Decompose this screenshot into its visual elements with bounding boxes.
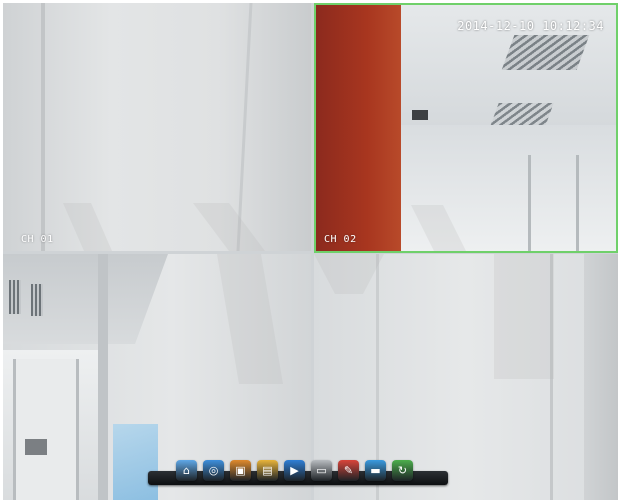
home-icon: ⌂ — [183, 464, 190, 477]
dock-toolbar: ⌂ ◎ ▣ ▤ ▶ ▭ ✎ ▬ ↻ — [148, 460, 448, 485]
channel-label-1: CH 01 — [21, 234, 54, 245]
folder-button[interactable]: ▤ — [257, 460, 278, 481]
display-icon: ▬ — [370, 464, 381, 477]
search-button[interactable]: ◎ — [203, 460, 224, 481]
channel-label-2: CH 02 — [324, 234, 357, 245]
display-button[interactable]: ▬ — [365, 460, 386, 481]
camera-channel-2[interactable]: 2014-12-10 10:12:34 CH 02 — [314, 3, 618, 253]
dvr-icon: ▭ — [316, 464, 327, 477]
dvr-screen: CH 01 2014-12-10 10:12:34 CH 02 — [3, 3, 618, 500]
refresh-button[interactable]: ↻ — [392, 460, 413, 481]
dock-items: ⌂ ◎ ▣ ▤ ▶ ▭ ✎ ▬ ↻ — [176, 455, 413, 481]
gallery-icon: ▣ — [235, 464, 246, 477]
tools-icon: ✎ — [343, 464, 354, 477]
datetime-overlay: 2014-12-10 10:12:34 — [457, 19, 604, 33]
dvr-button[interactable]: ▭ — [311, 460, 332, 481]
gallery-button[interactable]: ▣ — [230, 460, 251, 481]
play-icon: ▶ — [290, 464, 299, 477]
tools-button[interactable]: ✎ — [338, 460, 359, 481]
search-icon: ◎ — [208, 464, 219, 477]
home-button[interactable]: ⌂ — [176, 460, 197, 481]
camera-channel-1[interactable]: CH 01 — [3, 3, 311, 251]
refresh-icon: ↻ — [397, 464, 408, 477]
folder-icon: ▤ — [262, 464, 273, 477]
play-button[interactable]: ▶ — [284, 460, 305, 481]
